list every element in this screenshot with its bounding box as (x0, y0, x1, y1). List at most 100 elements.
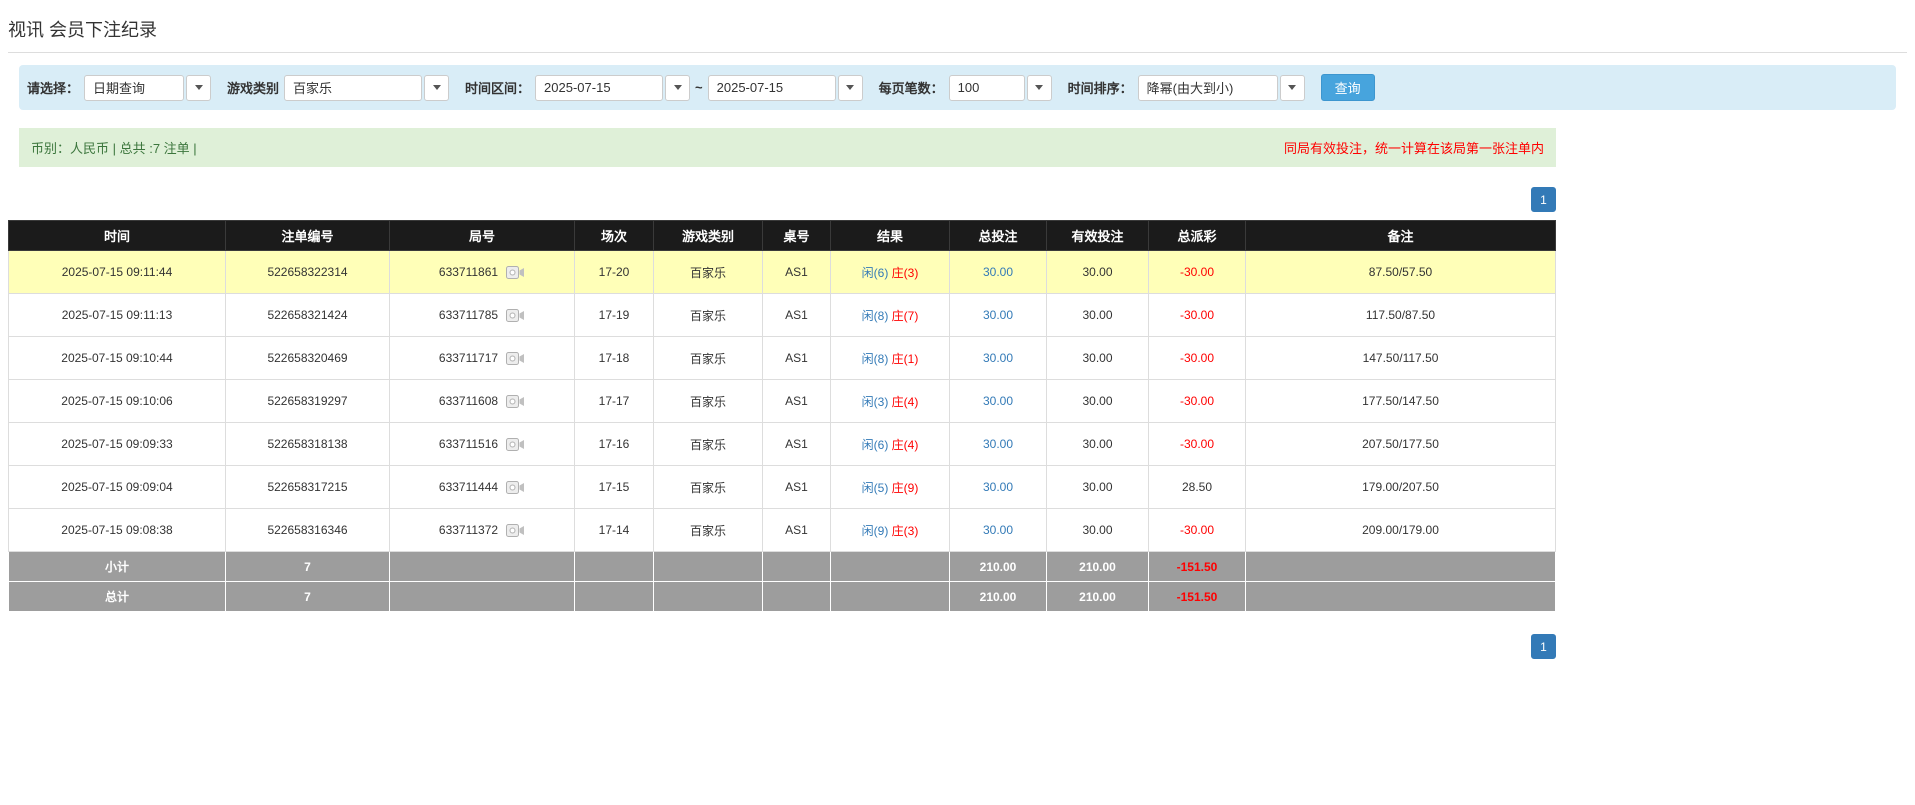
cell-valid-bet: 30.00 (1046, 465, 1149, 509)
column-header-total-bet: 总投注 (949, 220, 1047, 251)
result-player: 闲(3) (861, 394, 889, 409)
result-player: 闲(8) (861, 308, 889, 323)
video-replay-icon[interactable] (506, 308, 525, 323)
date-from-dropdown-button[interactable] (665, 74, 691, 101)
total-empty-cell (762, 581, 831, 612)
cell-time: 2025-07-15 09:10:06 (8, 379, 226, 423)
cell-remark: 147.50/117.50 (1245, 336, 1556, 380)
video-replay-icon[interactable] (506, 523, 525, 538)
cell-table-no: AS1 (762, 465, 831, 509)
date-to-dropdown-button[interactable] (837, 74, 863, 101)
date-from-input[interactable] (535, 74, 664, 101)
table-row: 2025-07-15 09:09:04 522658317215 633711444… (8, 465, 1556, 509)
total-bet-link[interactable]: 30.00 (983, 523, 1013, 537)
query-type-dropdown-button[interactable] (186, 74, 212, 101)
game-type-label: 游戏类别 (227, 81, 280, 96)
cell-table-no: AS1 (762, 379, 831, 423)
total-total-bet: 210.00 (949, 581, 1047, 612)
round-number: 633711608 (438, 394, 499, 409)
time-sort-input[interactable] (1137, 74, 1278, 101)
bet-records-table: 时间 注单编号 局号 场次 游戏类别 桌号 结果 总投注 有效投注 总派彩 备注… (8, 220, 1556, 612)
video-replay-icon[interactable] (506, 437, 525, 452)
video-replay-icon[interactable] (506, 265, 525, 280)
subtotal-empty-cell (830, 551, 950, 582)
cell-time: 2025-07-15 09:11:44 (8, 250, 226, 294)
time-sort-dropdown-button[interactable] (1279, 74, 1305, 101)
cell-payout: 28.50 (1148, 465, 1246, 509)
cell-valid-bet: 30.00 (1046, 422, 1149, 466)
column-header-session: 场次 (574, 220, 654, 251)
cell-table-no: AS1 (762, 422, 831, 466)
search-button[interactable]: 查询 (1320, 74, 1375, 101)
payout-value: -30.00 (1179, 437, 1215, 451)
payout-value: -30.00 (1179, 394, 1215, 408)
cell-remark: 87.50/57.50 (1245, 250, 1556, 294)
total-bet-link[interactable]: 30.00 (983, 437, 1013, 451)
time-sort-label: 时间排序： (1067, 81, 1133, 96)
column-header-game-type: 游戏类别 (653, 220, 763, 251)
page-title: 视讯 会员下注纪录 (8, 20, 158, 40)
result-player: 闲(6) (861, 265, 889, 280)
round-number: 633711372 (438, 523, 499, 538)
cell-total-bet: 30.00 (949, 293, 1047, 337)
payout-value: -30.00 (1179, 523, 1215, 537)
total-bet-link[interactable]: 30.00 (983, 265, 1013, 279)
query-type-input[interactable] (84, 74, 185, 101)
video-replay-icon[interactable] (506, 394, 525, 409)
subtotal-empty-cell (653, 551, 763, 582)
total-bet-link[interactable]: 30.00 (983, 480, 1013, 494)
cell-time: 2025-07-15 09:10:44 (8, 336, 226, 380)
total-empty-cell (389, 581, 575, 612)
column-header-valid-bet: 有效投注 (1046, 220, 1149, 251)
cell-total-bet: 30.00 (949, 379, 1047, 423)
cell-remark: 207.50/177.50 (1245, 422, 1556, 466)
cell-remark: 177.50/147.50 (1245, 379, 1556, 423)
total-bet-link[interactable]: 30.00 (983, 351, 1013, 365)
cell-time: 2025-07-15 09:08:38 (8, 508, 226, 552)
result-banker: 庄(3) (891, 265, 919, 280)
page-size-dropdown-button[interactable] (1026, 74, 1052, 101)
table-row: 2025-07-15 09:08:38 522658316346 633711372… (8, 508, 1556, 552)
chevron-down-icon (432, 85, 441, 90)
cell-payout: -30.00 (1148, 250, 1246, 294)
cell-payout: -30.00 (1148, 508, 1246, 552)
cell-total-bet: 30.00 (949, 508, 1047, 552)
column-header-result: 结果 (830, 220, 950, 251)
cell-remark: 179.00/207.50 (1245, 465, 1556, 509)
subtotal-empty-cell (389, 551, 575, 582)
page-button-1[interactable]: 1 (1531, 187, 1556, 212)
game-type-dropdown-button[interactable] (424, 74, 450, 101)
cell-payout: -30.00 (1148, 336, 1246, 380)
cell-remark: 209.00/179.00 (1245, 508, 1556, 552)
cell-bet-id: 522658319297 (225, 379, 390, 423)
cell-valid-bet: 30.00 (1046, 336, 1149, 380)
total-label: 总计 (8, 581, 226, 612)
page-size-input[interactable] (948, 74, 1025, 101)
column-header-round: 局号 (389, 220, 575, 251)
chevron-down-icon (1035, 85, 1044, 90)
query-type-combo (84, 74, 212, 101)
cell-bet-id: 522658318138 (225, 422, 390, 466)
date-to-input[interactable] (707, 74, 836, 101)
date-to-combo (707, 74, 863, 101)
cell-result: 闲(5) 庄(9) (830, 465, 950, 509)
filter-bar: 请选择： 游戏类别 时间区间： ~ 每页笔数： 时间排序： (19, 65, 1896, 110)
column-header-remark: 备注 (1245, 220, 1556, 251)
column-header-table-no: 桌号 (762, 220, 831, 251)
column-header-bet-id: 注单编号 (225, 220, 390, 251)
result-banker: 庄(3) (891, 523, 919, 538)
total-bet-link[interactable]: 30.00 (983, 394, 1013, 408)
game-type-input[interactable] (284, 74, 423, 101)
cell-game-type: 百家乐 (653, 465, 763, 509)
total-bet-link[interactable]: 30.00 (983, 308, 1013, 322)
subtotal-empty-cell (574, 551, 654, 582)
cell-valid-bet: 30.00 (1046, 508, 1149, 552)
video-replay-icon[interactable] (506, 480, 525, 495)
cell-time: 2025-07-15 09:09:04 (8, 465, 226, 509)
page-size-label: 每页笔数： (878, 81, 944, 96)
page-button-1[interactable]: 1 (1531, 634, 1556, 659)
cell-valid-bet: 30.00 (1046, 250, 1149, 294)
title-divider (8, 52, 1907, 53)
total-payout: -151.50 (1148, 581, 1246, 612)
video-replay-icon[interactable] (506, 351, 525, 366)
